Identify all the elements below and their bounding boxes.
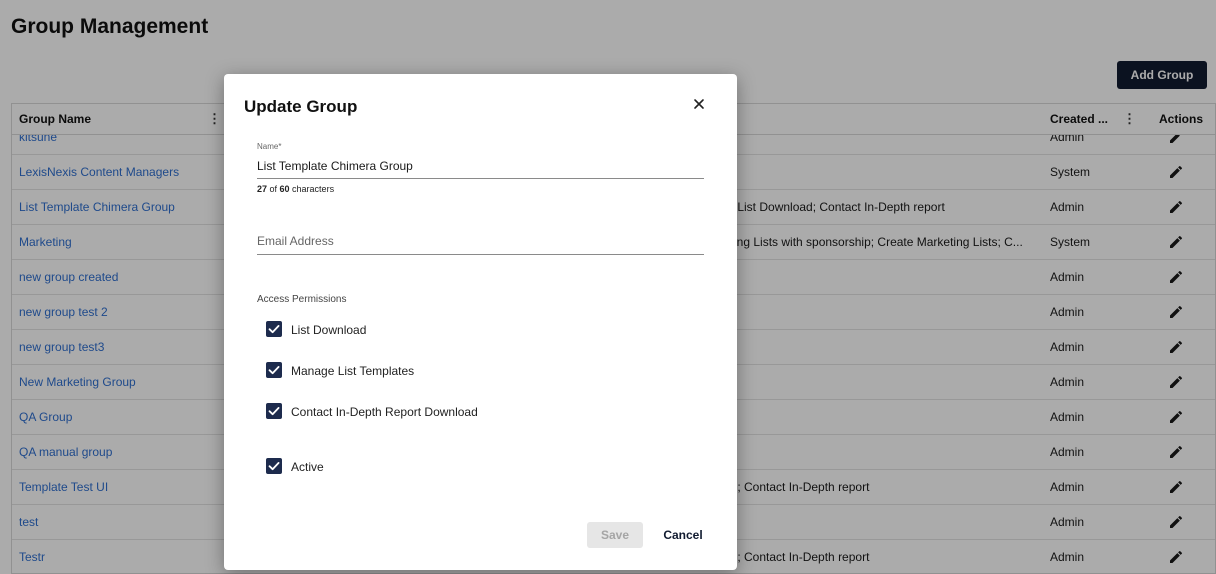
email-input[interactable] [257,228,704,255]
access-permissions-label: Access Permissions [257,294,347,305]
character-counter: 27 of 60 characters [257,184,334,194]
active-label: Active [291,460,324,474]
permission-label: Manage List Templates [291,364,415,378]
char-count-max: 60 [279,184,290,194]
permission-label: List Download [291,323,367,337]
checkbox-checked-icon[interactable] [266,362,282,378]
name-input[interactable] [257,154,704,179]
update-group-dialog: Update Group Name* 27 of 60 characters A… [224,74,737,570]
checkbox-checked-icon[interactable] [266,403,282,419]
dialog-title: Update Group [244,97,358,116]
required-mark: * [278,142,282,151]
checkbox-checked-icon[interactable] [266,321,282,337]
char-count-suffix: characters [289,184,335,194]
char-count-sep: of [267,184,280,194]
cancel-button[interactable]: Cancel [657,522,709,548]
name-label-text: Name [257,142,279,151]
permission-label: Contact In-Depth Report Download [291,405,478,419]
checkbox-checked-icon[interactable] [266,458,282,474]
close-icon[interactable] [691,96,707,112]
name-field-label: Name* [257,142,281,151]
char-count-current: 27 [257,184,268,194]
save-button[interactable]: Save [587,522,643,548]
